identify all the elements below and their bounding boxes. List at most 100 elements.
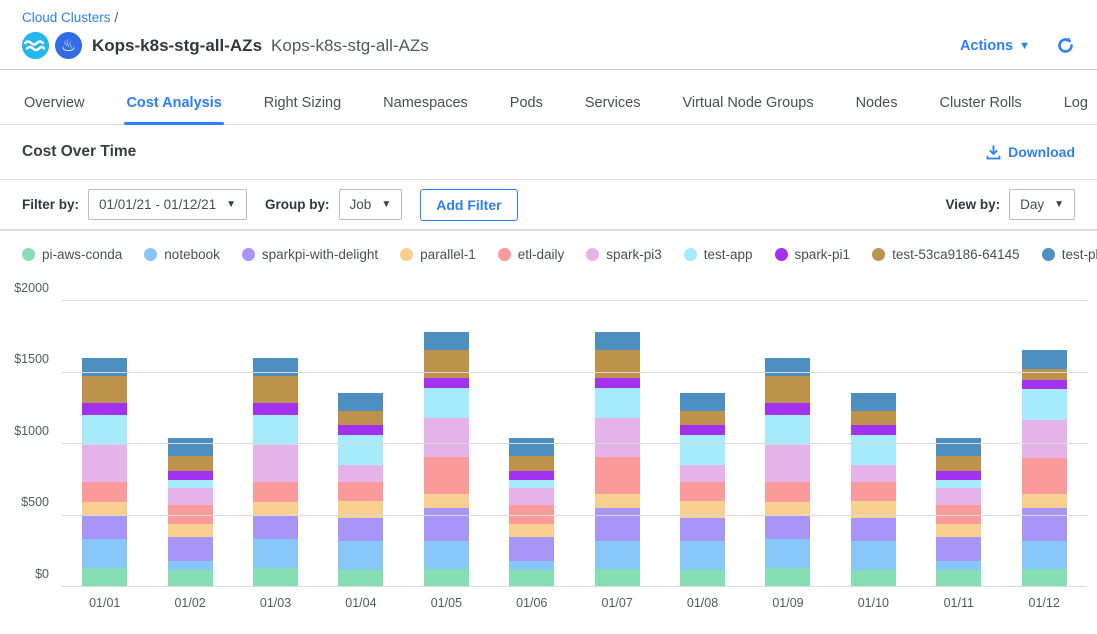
bar-segment-sparkpi-with-delight[interactable]	[765, 516, 810, 540]
bar-segment-sparkpi-with-delight[interactable]	[82, 516, 127, 540]
bar-segment-test-pkix[interactable]	[253, 358, 298, 376]
bar-segment-notebook[interactable]	[509, 561, 554, 570]
bar-segment-parallel-1[interactable]	[253, 502, 298, 516]
bar-segment-notebook[interactable]	[851, 541, 896, 570]
bar-segment-test-53ca9186-64145[interactable]	[851, 411, 896, 425]
bar-segment-notebook[interactable]	[1022, 541, 1067, 570]
bar-segment-test-app[interactable]	[509, 480, 554, 489]
bar-segment-pi-aws-conda[interactable]	[509, 570, 554, 587]
legend-item-etl-daily[interactable]: etl-daily	[498, 247, 565, 262]
bar-segment-parallel-1[interactable]	[424, 494, 469, 508]
bar-segment-etl-daily[interactable]	[765, 482, 810, 502]
bar-segment-test-pkix[interactable]	[595, 332, 640, 351]
bar-segment-pi-aws-conda[interactable]	[765, 568, 810, 587]
bar-segment-spark-pi1[interactable]	[936, 471, 981, 480]
bar-segment-spark-pi1[interactable]	[338, 425, 383, 435]
bar-segment-test-53ca9186-64145[interactable]	[424, 350, 469, 378]
bar-segment-parallel-1[interactable]	[765, 502, 810, 516]
bar-segment-pi-aws-conda[interactable]	[424, 569, 469, 587]
bar-segment-test-app[interactable]	[82, 415, 127, 446]
legend-item-test-53ca9186-64145[interactable]: test-53ca9186-64145	[872, 247, 1020, 262]
bar-segment-spark-pi3[interactable]	[253, 445, 298, 481]
bar-segment-test-53ca9186-64145[interactable]	[680, 411, 725, 425]
bar-segment-spark-pi3[interactable]	[82, 445, 127, 481]
group-by-select[interactable]: Job ▼	[339, 189, 403, 220]
download-button[interactable]: Download	[986, 144, 1075, 160]
bar-segment-sparkpi-with-delight[interactable]	[338, 518, 383, 541]
bar-segment-pi-aws-conda[interactable]	[595, 569, 640, 587]
bar-segment-sparkpi-with-delight[interactable]	[1022, 508, 1067, 541]
bar-segment-etl-daily[interactable]	[82, 482, 127, 502]
tab-log[interactable]: Log	[1062, 83, 1090, 124]
legend-item-spark-pi3[interactable]: spark-pi3	[586, 247, 662, 262]
bar-segment-spark-pi1[interactable]	[168, 471, 213, 480]
bar-segment-test-53ca9186-64145[interactable]	[82, 376, 127, 402]
bar-segment-test-app[interactable]	[253, 415, 298, 446]
bar-segment-spark-pi3[interactable]	[936, 488, 981, 504]
bar-segment-pi-aws-conda[interactable]	[168, 570, 213, 587]
bar-segment-sparkpi-with-delight[interactable]	[168, 537, 213, 561]
bar-segment-test-app[interactable]	[338, 435, 383, 465]
bar-segment-test-app[interactable]	[765, 415, 810, 446]
bar-segment-parallel-1[interactable]	[851, 501, 896, 518]
bar-segment-test-app[interactable]	[1022, 389, 1067, 420]
view-by-select[interactable]: Day ▼	[1009, 189, 1075, 220]
bar-segment-parallel-1[interactable]	[82, 502, 127, 516]
bar-segment-test-pkix[interactable]	[1022, 350, 1067, 369]
tab-services[interactable]: Services	[583, 83, 643, 124]
bar-segment-test-53ca9186-64145[interactable]	[168, 456, 213, 471]
breadcrumb-link-cloud-clusters[interactable]: Cloud Clusters	[22, 10, 111, 25]
bar-segment-test-pkix[interactable]	[765, 358, 810, 376]
bar-segment-etl-daily[interactable]	[680, 482, 725, 501]
bar-segment-sparkpi-with-delight[interactable]	[253, 516, 298, 540]
bar-segment-sparkpi-with-delight[interactable]	[424, 508, 469, 541]
legend-item-pi-aws-conda[interactable]: pi-aws-conda	[22, 247, 122, 262]
tab-cost-analysis[interactable]: Cost Analysis	[124, 83, 223, 124]
bar-segment-parallel-1[interactable]	[168, 524, 213, 537]
bar-segment-etl-daily[interactable]	[253, 482, 298, 502]
date-range-select[interactable]: 01/01/21 - 01/12/21 ▼	[88, 189, 247, 220]
bar-segment-test-app[interactable]	[680, 435, 725, 465]
bar-segment-notebook[interactable]	[168, 561, 213, 570]
bar-segment-etl-daily[interactable]	[338, 482, 383, 501]
bar-segment-test-pkix[interactable]	[424, 332, 469, 351]
bar-segment-spark-pi1[interactable]	[82, 403, 127, 415]
bar-segment-spark-pi3[interactable]	[765, 445, 810, 481]
bar-segment-test-pkix[interactable]	[851, 393, 896, 412]
bar-segment-test-pkix[interactable]	[82, 358, 127, 376]
bar-segment-pi-aws-conda[interactable]	[851, 570, 896, 587]
add-filter-button[interactable]: Add Filter	[420, 189, 517, 221]
bar-segment-sparkpi-with-delight[interactable]	[936, 537, 981, 561]
bar-segment-pi-aws-conda[interactable]	[82, 568, 127, 587]
bar-segment-sparkpi-with-delight[interactable]	[851, 518, 896, 541]
bar-segment-etl-daily[interactable]	[424, 457, 469, 494]
refresh-button[interactable]	[1056, 36, 1075, 55]
bar-segment-test-53ca9186-64145[interactable]	[338, 411, 383, 425]
bar-segment-etl-daily[interactable]	[851, 482, 896, 501]
bar-segment-test-pkix[interactable]	[936, 438, 981, 456]
bar-segment-spark-pi1[interactable]	[1022, 380, 1067, 389]
bar-segment-spark-pi1[interactable]	[680, 425, 725, 435]
bar-segment-parallel-1[interactable]	[936, 524, 981, 537]
bar-segment-spark-pi3[interactable]	[424, 418, 469, 457]
bar-segment-test-pkix[interactable]	[168, 438, 213, 456]
bar-segment-spark-pi3[interactable]	[595, 418, 640, 457]
bar-segment-test-app[interactable]	[595, 388, 640, 418]
tab-cluster-rolls[interactable]: Cluster Rolls	[938, 83, 1024, 124]
legend-item-sparkpi-with-delight[interactable]: sparkpi-with-delight	[242, 247, 378, 262]
bar-segment-pi-aws-conda[interactable]	[253, 568, 298, 587]
bar-segment-notebook[interactable]	[253, 539, 298, 568]
bar-segment-notebook[interactable]	[595, 541, 640, 570]
bar-segment-pi-aws-conda[interactable]	[338, 570, 383, 587]
bar-segment-spark-pi3[interactable]	[680, 465, 725, 481]
tab-virtual-node-groups[interactable]: Virtual Node Groups	[680, 83, 815, 124]
bar-segment-parallel-1[interactable]	[1022, 494, 1067, 508]
tab-overview[interactable]: Overview	[22, 83, 86, 124]
bar-segment-notebook[interactable]	[82, 539, 127, 568]
bar-segment-test-53ca9186-64145[interactable]	[595, 350, 640, 378]
bar-segment-parallel-1[interactable]	[680, 501, 725, 518]
bar-segment-notebook[interactable]	[765, 539, 810, 568]
bar-segment-pi-aws-conda[interactable]	[680, 570, 725, 587]
bar-segment-parallel-1[interactable]	[595, 494, 640, 508]
bar-segment-test-pkix[interactable]	[338, 393, 383, 412]
